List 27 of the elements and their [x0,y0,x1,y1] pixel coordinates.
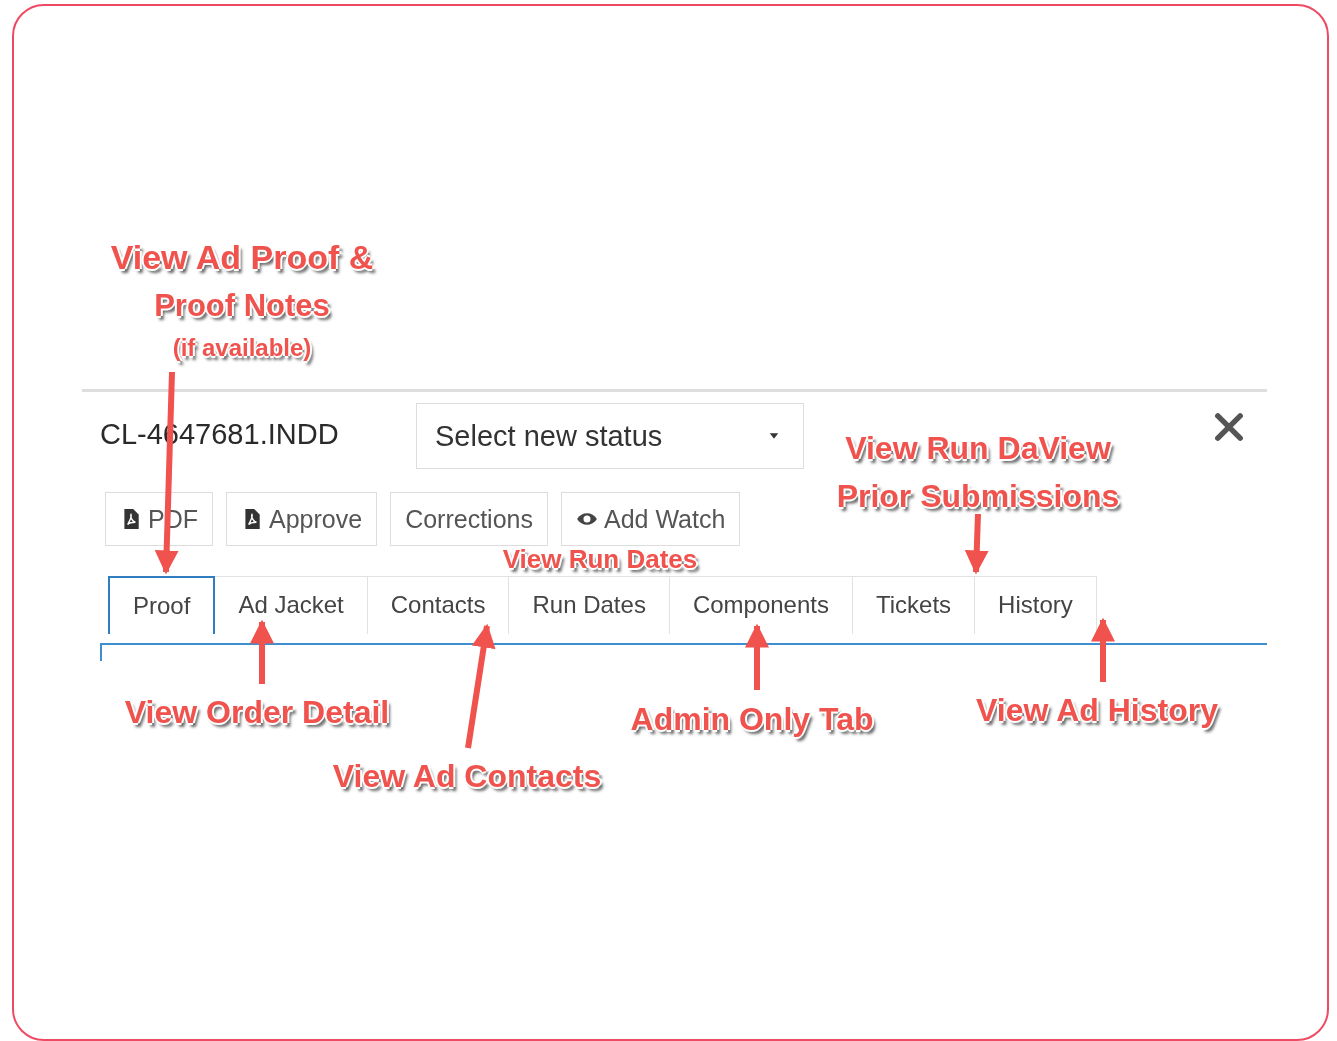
annotation-label: View Ad History [976,691,1218,730]
action-button[interactable]: Add Watch [560,492,741,546]
tab[interactable]: Run Dates [509,576,670,634]
annotation-label: (if available) [172,332,312,363]
tab[interactable]: Tickets [852,576,976,634]
annotation-label: View Order Detail [124,693,390,732]
annotation-label: View Ad Contacts [332,757,602,796]
tab[interactable]: Contacts [367,576,510,634]
annotation-label: Admin Only Tab [630,700,874,739]
annotation-label: Prior Submissions [836,477,1120,516]
action-button[interactable]: Corrections [390,492,548,546]
annotation-label: Proof Notes [154,287,330,325]
close-icon [1213,411,1245,443]
tab[interactable]: History [975,576,1097,634]
action-button[interactable]: Approve [226,492,378,546]
annotation-label: View Ad Proof & [110,237,374,278]
annotation-label: View Run Dates [502,543,698,576]
tab[interactable]: Ad Jacket [215,576,368,634]
annotation-arrow [1091,617,1115,682]
tab[interactable]: Proof [108,576,216,634]
annotation-arrow [964,513,989,575]
status-dropdown[interactable]: Select new status [416,403,804,469]
annotation-label: View Run DaView [845,429,1111,468]
annotation-arrow [250,619,274,684]
close-button[interactable] [1213,411,1245,443]
tab[interactable]: Components [669,576,853,634]
annotation-arrow [745,623,769,690]
